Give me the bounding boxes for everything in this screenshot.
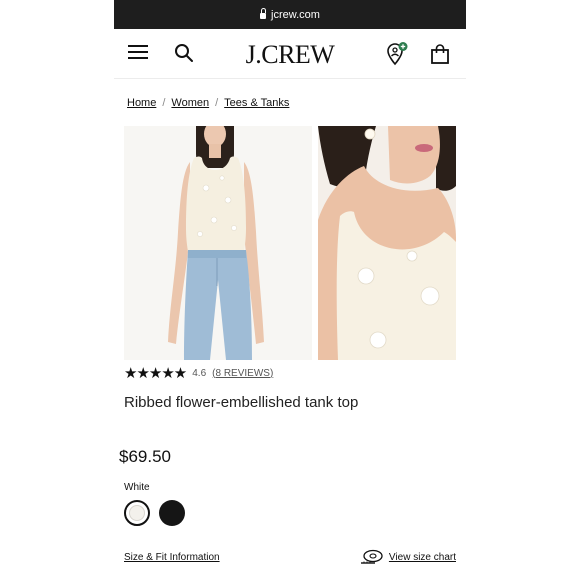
- lock-icon: [260, 8, 267, 19]
- mobile-page: jcrew.com J.CREW Home / Women / Tees & T…: [114, 0, 466, 580]
- breadcrumb: Home / Women / Tees & Tanks: [127, 97, 289, 109]
- browser-url-bar[interactable]: jcrew.com: [114, 0, 466, 29]
- product-title: Ribbed flower-embellished tank top: [124, 394, 359, 411]
- swatch-black[interactable]: [159, 500, 185, 526]
- site-header: J.CREW: [114, 29, 466, 79]
- breadcrumb-separator: /: [215, 97, 219, 109]
- size-fit-link[interactable]: Size & Fit Information: [124, 552, 220, 563]
- breadcrumb-women[interactable]: Women: [171, 97, 209, 109]
- brand-logo[interactable]: J.CREW: [114, 40, 466, 70]
- breadcrumb-home[interactable]: Home: [127, 97, 156, 109]
- size-chart-label[interactable]: View size chart: [389, 552, 456, 563]
- product-gallery[interactable]: [124, 126, 456, 360]
- breadcrumb-separator: /: [162, 97, 166, 109]
- tape-measure-icon: [360, 549, 383, 564]
- size-chart-link[interactable]: View size chart: [360, 549, 456, 565]
- rating-stars: ★★★★★: [124, 365, 187, 382]
- rating-value: 4.6: [192, 367, 207, 379]
- product-rating: ★★★★★ 4.6 (8 REVIEWS): [124, 364, 273, 382]
- url-text[interactable]: jcrew.com: [271, 9, 320, 21]
- product-image-full-body[interactable]: [124, 126, 312, 360]
- product-image-closeup[interactable]: [318, 126, 456, 360]
- location-icon[interactable]: [386, 42, 408, 66]
- breadcrumb-tees-tanks[interactable]: Tees & Tanks: [224, 97, 289, 109]
- bag-icon[interactable]: [430, 44, 450, 64]
- product-price: $69.50: [119, 447, 171, 466]
- color-label: White: [124, 482, 150, 493]
- reviews-link[interactable]: (8 REVIEWS): [212, 368, 273, 379]
- swatch-white[interactable]: [124, 500, 150, 526]
